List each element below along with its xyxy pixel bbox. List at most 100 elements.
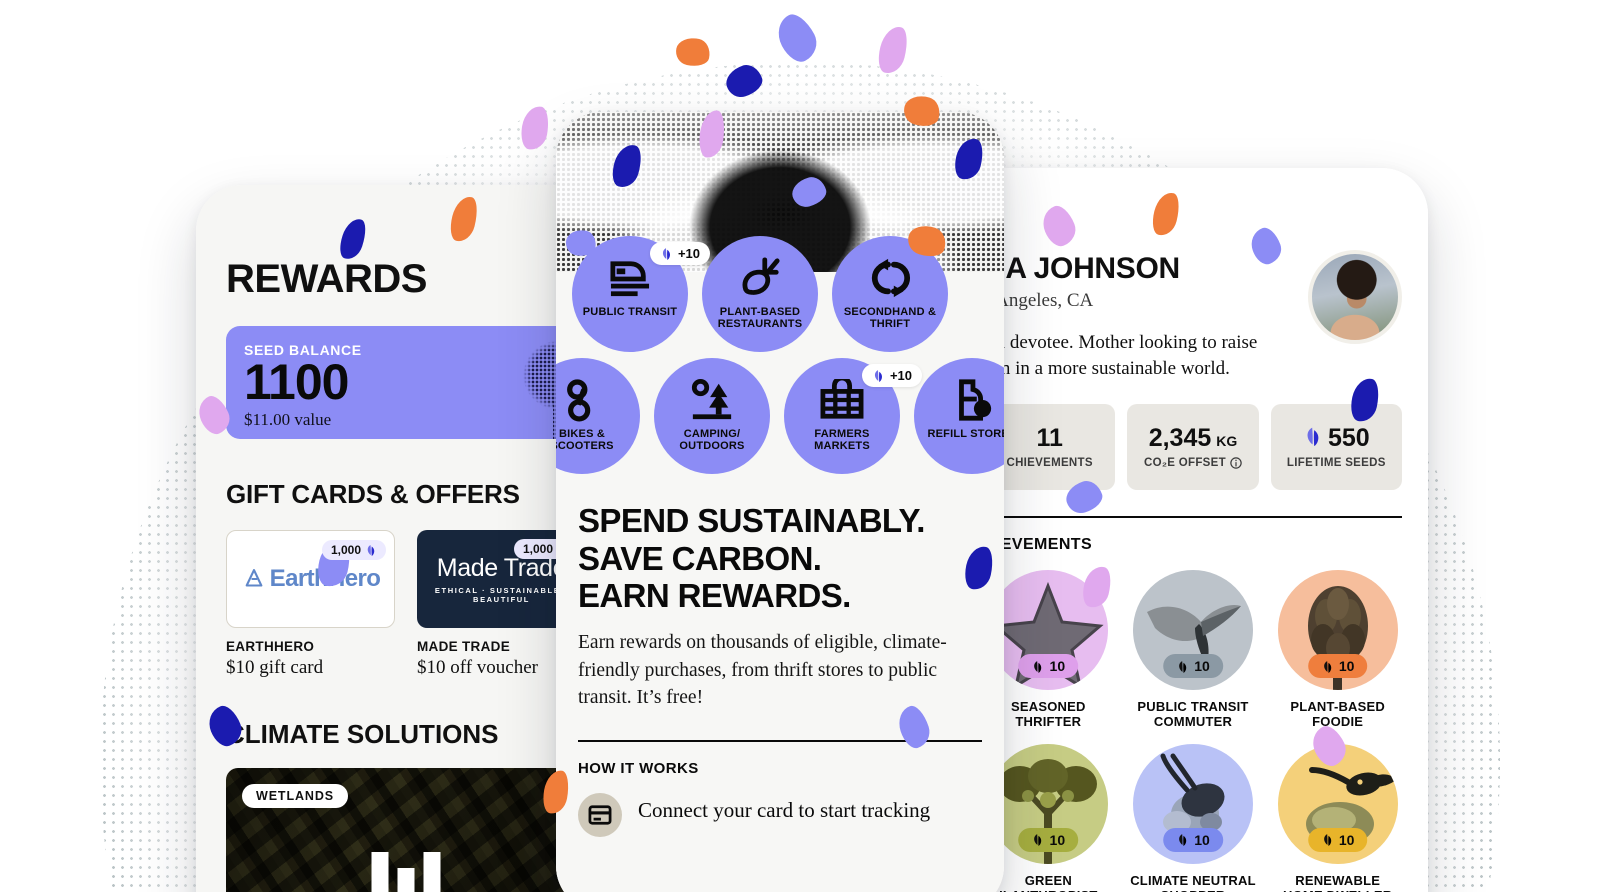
seed-icon: [1034, 834, 1042, 847]
gift-card-points: 1,000: [522, 542, 553, 556]
category-label: BIKES & SCOOTERS: [556, 428, 614, 453]
profile-bio: rth devotee. Mother looking to raise son…: [984, 332, 1258, 379]
info-icon[interactable]: [1230, 457, 1242, 469]
stat-number: 2,345: [1148, 424, 1212, 453]
climate-solutions-heading: CLIMATE SOLUTIONS: [226, 719, 499, 749]
achievement-badge: 10: [1132, 743, 1253, 864]
subcopy: Earn rewards on thousands of eligible, c…: [578, 631, 947, 709]
stat-value: 550: [1303, 424, 1370, 453]
achievement-name: RENEWABLE HOME DWELLER: [1283, 872, 1392, 892]
points-value: 10: [1194, 658, 1210, 675]
stat-label: LIFETIME SEEDS: [1286, 457, 1386, 470]
points-badge: 10: [1018, 654, 1079, 679]
category-label: PUBLIC TRANSIT: [582, 306, 678, 318]
stat-co2-offset: 2,345 KG CO₂E OFFSET: [1127, 403, 1259, 490]
points-value: 10: [1049, 658, 1066, 675]
list-item: Connect your card to start tracking: [578, 793, 982, 838]
gift-card-name: EARTHHERO: [226, 639, 315, 654]
seed-icon: [1034, 660, 1042, 673]
achievement-name: GREEN ILANTHROPIST: [999, 872, 1097, 892]
points-badge: 10: [1163, 827, 1223, 852]
seed-icon: [1323, 834, 1331, 847]
gift-card-description: $10 gift card: [226, 657, 324, 678]
achievement-badge: 10: [1277, 570, 1398, 691]
seed-icon: [367, 545, 375, 556]
seed-icon: [1307, 427, 1319, 447]
category-label: SECONDHAND & THRIFT: [843, 306, 937, 331]
refill-bottle-icon: [950, 378, 994, 422]
page-title: SPEND SUSTAINABLY. SAVE CARBON. EARN REW…: [578, 502, 982, 615]
tree-recycle-icon: [245, 569, 263, 587]
category-label: REFILL STORES: [927, 428, 1005, 440]
points-badge: 1,000: [321, 540, 386, 560]
tree-sun-icon: [689, 378, 735, 422]
points-value: +10: [889, 368, 912, 383]
list-item[interactable]: 1,000 EarthHero: [226, 530, 395, 679]
achievement-climate-neutral-shopper[interactable]: 10 CLIMATE NEUTRAL SHOPPER: [1129, 743, 1258, 892]
seed-icon: [1323, 660, 1331, 673]
category-tag: WETLANDS: [242, 784, 349, 808]
points-badge: 10: [1163, 654, 1223, 679]
stat-label-text: CO₂E OFFSET: [1144, 457, 1226, 470]
stat-label: CHIEVEMENTS: [1006, 457, 1093, 470]
stat-number: 550: [1327, 424, 1370, 453]
points-value: 10: [1194, 831, 1210, 848]
carrot-icon: [738, 256, 782, 300]
points-badge: 10: [1307, 654, 1368, 679]
gift-card-points: 1,000: [330, 543, 361, 557]
category-row: BIKES & SCOOTERS CAMPING/ OUTDOORS FARME…: [556, 358, 1004, 474]
points-value: 10: [1338, 831, 1355, 848]
category-plant-based-restaurants[interactable]: PLANT-BASED RESTAURANTS: [702, 236, 818, 352]
confetti-petal: [874, 23, 912, 77]
achievement-public-transit-commuter[interactable]: 10 PUBLIC TRANSIT COMMUTER: [1129, 570, 1258, 730]
achievement-renewable-home-dweller[interactable]: 10 RENEWABLE HOME DWELLER: [1273, 743, 1402, 892]
achievement-name: PUBLIC TRANSIT COMMUTER: [1137, 699, 1249, 730]
achievement-badge: 10: [1132, 570, 1253, 691]
seed-icon: [1179, 660, 1187, 673]
achievement-badge: 10: [988, 743, 1109, 864]
seed-icon: [662, 248, 670, 260]
category-bikes-scooters[interactable]: BIKES & SCOOTERS: [556, 358, 640, 474]
divider: [984, 515, 1402, 519]
headline-line-3: EARN REWARDS.: [578, 577, 851, 615]
achievements-heading: HIEVEMENTS: [984, 536, 1093, 554]
earthhero-logo: EarthHero: [241, 565, 381, 593]
brand-arrow-icon: [371, 852, 441, 892]
seed-icon: [874, 370, 882, 382]
category-grid: PUBLIC TRANSIT +10 PLANT-BASED RESTAURAN…: [556, 236, 1004, 474]
gift-card-thumbnail: 1,000 EarthHero: [226, 530, 395, 628]
train-icon: [607, 256, 653, 300]
category-label: CAMPING/ OUTDOORS: [679, 428, 745, 453]
achievement-name: SEASONED THRIFTER: [1011, 699, 1086, 730]
points-badge: 10: [1018, 827, 1079, 852]
achievement-plant-based-foodie[interactable]: 10 PLANT-BASED FOODIE: [1273, 570, 1402, 730]
headline-block: SPEND SUSTAINABLY. SAVE CARBON. EARN REW…: [556, 480, 1004, 712]
how-it-works-step-text: Connect your card to start tracking: [638, 798, 931, 823]
climate-solution-card[interactable]: WETLANDS: [226, 768, 586, 892]
stat-value: 11: [1036, 424, 1063, 453]
category-label: FARMERS MARKETS: [814, 428, 870, 453]
stat-label: CO₂E OFFSET: [1144, 457, 1242, 469]
recycle-icon: [869, 256, 911, 300]
points-value: 10: [1049, 831, 1066, 848]
confetti-petal: [673, 34, 713, 70]
category-camping-outdoors[interactable]: CAMPING/ OUTDOORS: [654, 358, 770, 474]
points-value: +10: [677, 246, 700, 261]
category-farmers-markets[interactable]: FARMERS MARKETS +10: [784, 358, 922, 474]
gift-cards-heading: GIFT CARDS & OFFERS: [226, 479, 520, 509]
points-badge: 10: [1307, 827, 1368, 852]
stat-unit: KG: [1216, 433, 1238, 450]
how-it-works-heading: HOW IT WORKS: [578, 760, 699, 778]
page-title: REWARDS: [226, 257, 427, 301]
points-badge: +10: [649, 242, 710, 265]
basket-icon: [819, 378, 865, 422]
profile-screen: NA JOHNSON s Angeles, CA rth devotee. Mo…: [958, 168, 1428, 892]
headline-line-2: SAVE CARBON.: [578, 539, 822, 577]
stat-lifetime-seeds: 550 LIFETIME SEEDS: [1270, 403, 1402, 490]
confetti-petal: [770, 8, 824, 68]
points-badge: +10: [861, 364, 922, 387]
avatar[interactable]: [1308, 250, 1402, 344]
gift-card-list: 1,000 EarthHero: [226, 530, 601, 679]
category-refill-stores[interactable]: REFILL STORES: [914, 358, 1004, 474]
achievement-name: PLANT-BASED FOODIE: [1290, 699, 1385, 730]
